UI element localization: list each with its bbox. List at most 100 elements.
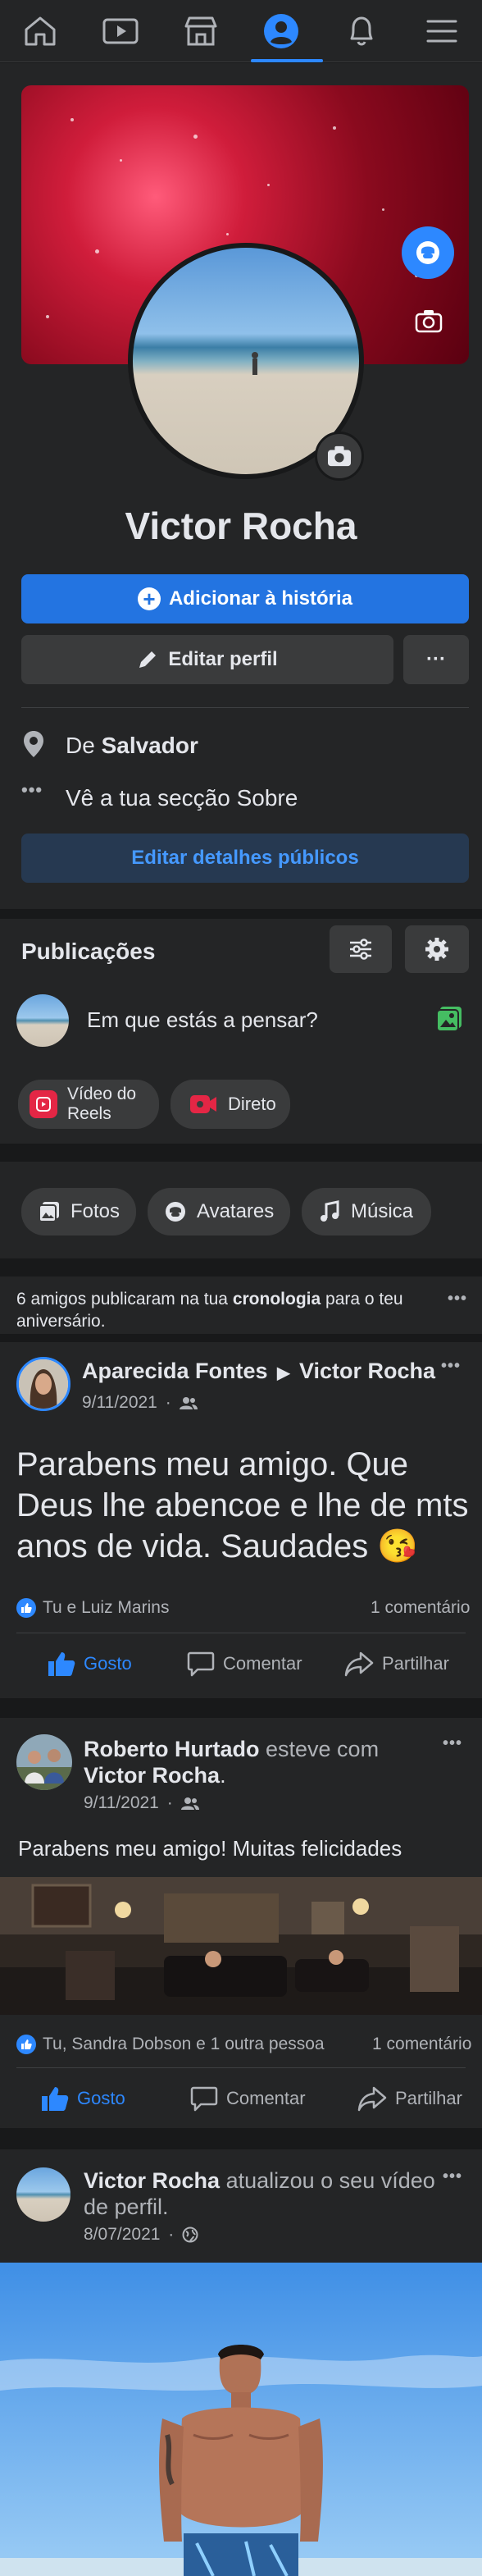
banner-more-icon[interactable]: ••• — [448, 1290, 467, 1309]
edit-public-details-button[interactable]: Editar detalhes públicos — [21, 834, 469, 883]
post3-video[interactable] — [0, 2263, 482, 2576]
post3-action-line1: atualizou o seu vídeo — [225, 2168, 435, 2193]
notifications-icon[interactable] — [321, 0, 402, 62]
post2-body: Parabens meu amigo! Muitas felicidades — [18, 1836, 402, 1861]
photos-label: Fotos — [70, 1200, 120, 1222]
post2-more-icon[interactable]: ••• — [443, 1734, 462, 1753]
reels-button[interactable]: Vídeo do Reels — [18, 1080, 159, 1129]
reels-label-line1: Vídeo do — [67, 1085, 137, 1103]
from-prefix: De — [66, 733, 95, 758]
post3-author-name[interactable]: Victor Rocha — [84, 2168, 220, 2193]
post3-author-avatar[interactable] — [16, 2167, 70, 2222]
globe-icon — [182, 2227, 198, 2243]
friends-icon — [179, 1397, 198, 1410]
post1-comment-button[interactable]: Comentar — [187, 1651, 302, 1677]
thumbs-up-icon — [48, 1652, 75, 1676]
top-nav — [0, 0, 482, 62]
music-label: Música — [351, 1200, 414, 1222]
post2-share-button[interactable]: Partilhar — [357, 2085, 462, 2112]
post1-share-button[interactable]: Partilhar — [344, 1651, 449, 1677]
post2-comment-button[interactable]: Comentar — [190, 2085, 306, 2112]
banner-text-bold: cronologia — [232, 1290, 321, 1309]
post3-more-icon[interactable]: ••• — [443, 2167, 462, 2186]
post1-comment-label: Comentar — [223, 1653, 302, 1674]
pencil-icon — [139, 651, 157, 668]
profile-camera-icon[interactable] — [315, 432, 364, 481]
post1-author-name[interactable]: Aparecida Fontes — [82, 1359, 268, 1383]
post1-more-icon[interactable]: ••• — [441, 1357, 461, 1376]
watch-icon[interactable] — [80, 0, 161, 62]
post2-comment-label: Comentar — [226, 2088, 306, 2108]
banner-text-line2: aniversário. — [16, 1312, 106, 1331]
more-info-icon: ••• — [21, 779, 43, 800]
location-pin-icon — [23, 730, 44, 762]
post2-reactions[interactable]: Tu, Sandra Dobson e 1 outra pessoa — [16, 2035, 325, 2055]
publications-title: Publicações — [21, 939, 156, 964]
avatars-label: Avatares — [197, 1200, 275, 1222]
composer-input[interactable]: Em que estás a pensar? — [87, 1007, 318, 1033]
post2-like-label: Gosto — [77, 2088, 125, 2108]
post1-reactions-text: Tu e Luiz Marins — [43, 1598, 170, 1617]
post1-body-line3: anos de vida. Saudades 😘 — [16, 1528, 419, 1564]
about-link[interactable]: Vê a tua secção Sobre — [66, 785, 298, 811]
avatar-icon[interactable] — [402, 226, 454, 279]
cover-camera-icon[interactable] — [408, 300, 449, 341]
profile-icon[interactable] — [241, 0, 321, 62]
friends-icon — [180, 1797, 199, 1811]
active-tab-indicator — [251, 59, 323, 62]
post2-header: Roberto Hurtado esteve com Victor Rocha. — [84, 1736, 428, 1788]
plus-icon: + — [137, 587, 161, 610]
post1-comments-count[interactable]: 1 comentário — [371, 1598, 470, 1618]
live-button[interactable]: Direto — [171, 1080, 290, 1129]
banner-text-before: 6 amigos publicaram na tua — [16, 1290, 228, 1309]
avatars-icon — [166, 1202, 185, 1222]
composer-avatar[interactable] — [16, 994, 69, 1047]
divider — [16, 2067, 466, 2068]
post1-body-line2: Deus lhe abencoe e lhe de mts — [16, 1487, 469, 1523]
post2-comments-count[interactable]: 1 comentário — [372, 2035, 471, 2054]
banner-text-after: para o teu — [325, 1290, 403, 1309]
birthday-banner-text: 6 amigos publicaram na tua cronologia pa… — [16, 1288, 426, 1332]
marketplace-icon[interactable] — [161, 0, 241, 62]
photo-icon[interactable] — [434, 1004, 464, 1038]
post3-date[interactable]: 8/07/2021 — [84, 2225, 160, 2244]
post1-like-button[interactable]: Gosto — [48, 1651, 132, 1677]
filter-icon[interactable] — [330, 925, 392, 973]
post2-with-text: esteve com — [266, 1737, 380, 1761]
post2-photo[interactable] — [0, 1877, 482, 2015]
post1-like-label: Gosto — [84, 1653, 132, 1674]
photos-button[interactable]: Fotos — [21, 1188, 136, 1235]
home-icon[interactable] — [0, 0, 80, 62]
edit-public-details-label: Editar detalhes públicos — [131, 847, 359, 869]
share-icon — [344, 1651, 374, 1677]
post3-action-line2: de perfil. — [84, 2195, 169, 2219]
settings-gear-icon[interactable] — [405, 925, 469, 973]
post1-author-avatar[interactable] — [16, 1357, 70, 1411]
from-city[interactable]: Salvador — [102, 733, 198, 758]
post2-like-button[interactable]: Gosto — [41, 2085, 125, 2112]
post2-date[interactable]: 9/11/2021 — [84, 1793, 159, 1812]
post3-meta: 8/07/2021 · — [84, 2225, 198, 2245]
comment-icon — [187, 1651, 215, 1677]
post1-reactions[interactable]: Tu e Luiz Marins — [16, 1598, 170, 1619]
live-video-icon — [189, 1093, 218, 1116]
post2-target-name[interactable]: Victor Rocha — [84, 1763, 220, 1788]
music-button[interactable]: Música — [302, 1188, 431, 1235]
music-note-icon — [321, 1200, 339, 1222]
comment-icon — [190, 2086, 218, 2112]
post1-body: Parabens meu amigo. Que Deus lhe abencoe… — [16, 1444, 468, 1567]
post2-meta: 9/11/2021 · — [84, 1793, 199, 1813]
post1-arrow-icon: ▶ — [277, 1364, 290, 1382]
post1-target-name[interactable]: Victor Rocha — [299, 1359, 435, 1383]
post2-share-label: Partilhar — [395, 2088, 462, 2108]
post1-date[interactable]: 9/11/2021 — [82, 1393, 157, 1412]
edit-profile-button[interactable]: Editar perfil — [21, 635, 393, 684]
avatars-button[interactable]: Avatares — [148, 1188, 290, 1235]
post2-author-avatar[interactable] — [16, 1734, 72, 1790]
reels-icon — [30, 1090, 57, 1118]
add-story-button[interactable]: + Adicionar à história — [21, 574, 469, 623]
menu-icon[interactable] — [402, 0, 482, 62]
more-options-button[interactable]: ··· — [403, 635, 469, 684]
thumbs-up-icon — [42, 2087, 69, 2111]
post2-author-name[interactable]: Roberto Hurtado — [84, 1737, 259, 1761]
